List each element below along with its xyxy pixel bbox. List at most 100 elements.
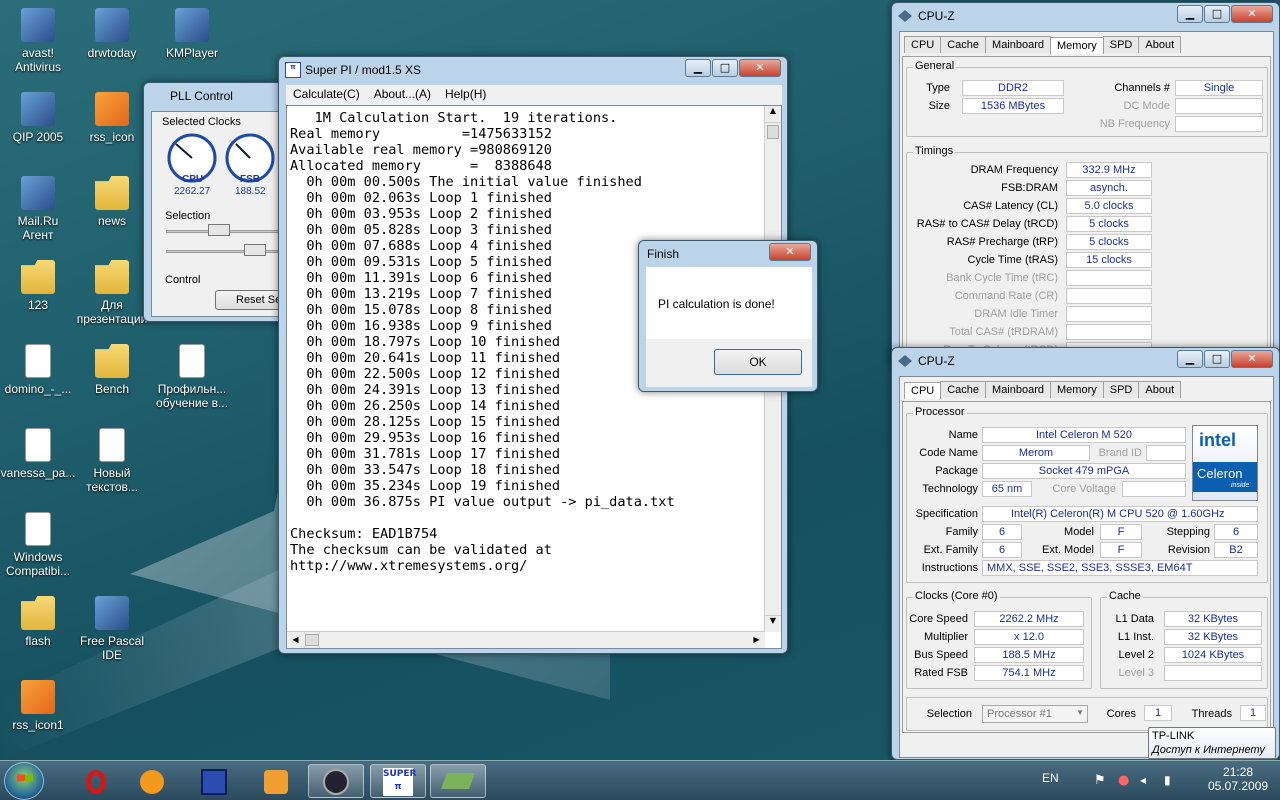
taskbar-superpi-icon[interactable]: SUPER π <box>370 764 426 798</box>
tab-memory[interactable]: Memory <box>1050 381 1104 398</box>
desktop-shortcut[interactable]: Bench <box>74 344 150 396</box>
menu-item[interactable]: About...(A) <box>367 85 438 105</box>
network-icon[interactable]: ▮ <box>1164 773 1171 787</box>
desktop-shortcut[interactable]: QIP 2005 <box>0 92 76 144</box>
minimize-button[interactable]: ▁ <box>1177 350 1203 368</box>
desktop-shortcut[interactable]: news <box>74 176 150 228</box>
taskbar-floppy-icon[interactable] <box>186 764 242 798</box>
stepping-label: Stepping <box>1166 526 1210 538</box>
desktop-shortcut[interactable]: rss_icon1 <box>0 680 76 732</box>
slider-thumb[interactable] <box>244 244 266 256</box>
language-indicator[interactable]: EN <box>1042 771 1059 785</box>
maximize-button[interactable]: □ <box>1204 350 1230 368</box>
pll-control-window[interactable]: PLL Control Selected Clocks CPU 2262.27 … <box>143 82 295 322</box>
specification-label: Specification <box>915 508 978 520</box>
specification-value: Intel(R) Celeron(R) M CPU 520 @ 1.60GHz <box>982 506 1258 522</box>
menu-item[interactable]: Calculate(C) <box>286 85 367 105</box>
output-line: Real memory =1475633152 <box>290 126 552 142</box>
output-line: The checksum can be validated at <box>290 542 552 558</box>
timing-value: 15 clocks <box>1066 252 1152 268</box>
tab-cache[interactable]: Cache <box>940 381 987 398</box>
tooltip-subtitle: Доступ к Интернету <box>1152 744 1265 756</box>
taskbar-media-player-icon[interactable] <box>248 764 304 798</box>
ok-button[interactable]: OK <box>714 349 802 375</box>
tab-mainboard[interactable]: Mainboard <box>985 381 1052 398</box>
cores-label: Cores <box>1106 708 1136 720</box>
desktop-shortcut[interactable]: KMPlayer <box>154 8 230 60</box>
tab-about[interactable]: About <box>1138 36 1182 53</box>
finish-dialog[interactable]: Finish ✕ PI calculation is done! OK <box>638 240 818 392</box>
maximize-button[interactable]: □ <box>712 59 738 77</box>
taskbar-pll-icon[interactable] <box>430 764 486 798</box>
tab-cpu[interactable]: CPU <box>904 382 942 399</box>
maximize-button[interactable]: □ <box>1204 5 1230 23</box>
folder-icon <box>21 596 55 630</box>
cpuz-memory-window[interactable]: CPU-Z ▁ □ ✕ CPU Cache Mainboard Memory SPD Ab… <box>891 2 1280 367</box>
processor-select[interactable]: Processor #1 ▼ <box>982 705 1088 723</box>
tab-cpu[interactable]: CPU <box>904 36 942 53</box>
scroll-down-arrow-icon[interactable]: ▼ <box>765 615 781 632</box>
desktop-shortcut[interactable]: rss_icon <box>74 92 150 144</box>
clock-time: 21:28 <box>1223 765 1254 779</box>
close-button[interactable]: ✕ <box>1231 5 1273 23</box>
qip-icon <box>21 92 55 126</box>
folder-icon <box>21 260 55 294</box>
scroll-left-arrow-icon[interactable]: ◀ <box>287 632 304 648</box>
level2-label: Level 2 <box>1118 649 1154 661</box>
start-button[interactable] <box>4 762 44 800</box>
scroll-up-arrow-icon[interactable]: ▲ <box>765 106 781 123</box>
taskbar-opera-icon[interactable] <box>68 764 124 798</box>
instructions-label: Instructions <box>921 562 978 574</box>
taskbar: SUPER π EN ⚑ ● ◂ ▮ 21:28 05.07.2009 <box>0 760 1280 800</box>
avast-tray-icon[interactable]: ● <box>1118 773 1129 788</box>
slider-thumb[interactable] <box>208 224 230 236</box>
scroll-right-arrow-icon[interactable]: ▶ <box>748 632 765 648</box>
speaker-icon[interactable]: ◂ <box>1140 773 1146 787</box>
model-label: Model <box>1064 526 1094 538</box>
output-line: 0h 00m 07.688s Loop 4 finished <box>290 238 552 254</box>
taskbar-avast-icon[interactable] <box>124 764 180 798</box>
scroll-thumb[interactable] <box>767 125 779 139</box>
desktop-shortcut[interactable]: flash <box>0 596 76 648</box>
desktop-shortcut[interactable]: Windows Compatibi... <box>0 512 76 578</box>
cpuz-cpu-window[interactable]: CPU-Z ▁ □ ✕ CPU Cache Mainboard Memory SPD Ab… <box>891 347 1280 760</box>
shortcut-label: avast! Antivirus <box>14 46 61 74</box>
minimize-button[interactable]: ▁ <box>685 59 711 77</box>
rated-fsb-label: Rated FSB <box>914 667 968 679</box>
tab-mainboard[interactable]: Mainboard <box>985 36 1052 53</box>
desktop-shortcut[interactable]: domino_-_... <box>0 344 76 396</box>
desktop-shortcut[interactable]: Free Pascal IDE <box>74 596 150 662</box>
desktop-shortcut[interactable]: Новый текстов... <box>74 428 150 494</box>
shortcut-label: 123 <box>27 298 49 312</box>
fsb-gauge-label: FSB <box>240 174 260 185</box>
horizontal-scrollbar[interactable]: ◀ ▶ <box>287 631 765 648</box>
desktop-shortcut[interactable]: Mail.Ru Агент <box>0 176 76 242</box>
level3-value <box>1164 665 1262 681</box>
ext-model-label: Ext. Model <box>1042 544 1094 556</box>
tab-memory[interactable]: Memory <box>1050 37 1104 54</box>
tab-spd[interactable]: SPD <box>1102 36 1140 53</box>
flag-icon[interactable]: ⚑ <box>1094 773 1106 788</box>
tab-about[interactable]: About <box>1138 381 1182 398</box>
close-button[interactable]: ✕ <box>1231 350 1273 368</box>
selection-slider-2[interactable] <box>166 250 291 253</box>
timing-label: Total CAS# (tRDRAM) <box>949 326 1058 338</box>
output-line: Allocated memory = 8388648 <box>290 158 552 174</box>
close-button[interactable]: ✕ <box>739 59 781 77</box>
tab-spd[interactable]: SPD <box>1102 381 1140 398</box>
tab-cache[interactable]: Cache <box>940 36 987 53</box>
minimize-button[interactable]: ▁ <box>1177 5 1203 23</box>
desktop-shortcut[interactable]: avast! Antivirus <box>0 8 76 74</box>
menu-item[interactable]: Help(H) <box>438 85 493 105</box>
close-button[interactable]: ✕ <box>769 243 811 261</box>
output-line: 0h 00m 24.391s Loop 13 finished <box>290 382 561 398</box>
desktop-shortcut[interactable]: drwtoday <box>74 8 150 60</box>
desktop-shortcut[interactable]: Профильн... обучение в... <box>154 344 230 410</box>
desktop-shortcut[interactable]: Для презентации <box>74 260 150 326</box>
desktop-shortcut[interactable]: 123 <box>0 260 76 312</box>
desktop-shortcut[interactable]: vanessa_pa... <box>0 428 76 480</box>
tray-clock[interactable]: 21:28 05.07.2009 <box>1208 765 1268 793</box>
scroll-thumb[interactable] <box>305 634 319 646</box>
taskbar-cpuz-icon[interactable] <box>308 764 364 798</box>
timing-label: RAS# to CAS# Delay (tRCD) <box>916 218 1058 230</box>
